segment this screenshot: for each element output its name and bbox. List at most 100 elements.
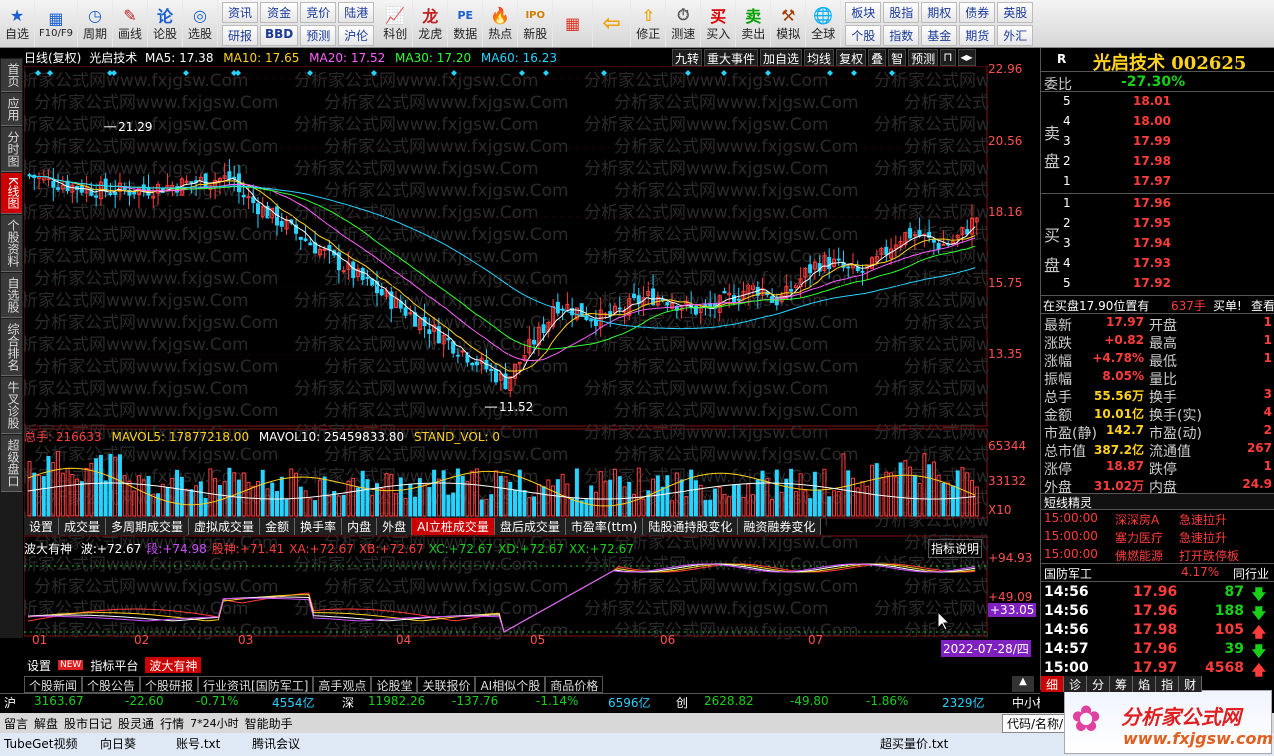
quote-link[interactable]: 行情 [160, 715, 184, 732]
tab-after-volume[interactable]: 盘后成交量 [494, 518, 566, 535]
tab-outer[interactable]: 外盘 [377, 518, 413, 535]
funds-button[interactable]: 基金 [921, 25, 958, 46]
link-adjust[interactable]: 复权 [836, 49, 867, 66]
analysis-link[interactable]: 解盘 [34, 715, 58, 732]
link-ma[interactable]: 均线 [804, 49, 835, 66]
toolbar-f10-button[interactable]: ▦ F10/F9 [35, 0, 78, 47]
panel-tab[interactable]: 细 [1041, 676, 1065, 692]
toolbar-ipo-button[interactable]: IPO 新股 [518, 0, 554, 47]
toolbar-back-button[interactable]: ⇦ [593, 0, 632, 47]
toolbar-forum-button[interactable]: 论论股 [148, 0, 183, 47]
panel-tab[interactable]: 指 [1156, 676, 1180, 692]
link-smart[interactable]: 智 [888, 49, 907, 66]
tab-hk-holding[interactable]: 陆股通持股变化 [643, 518, 739, 535]
london-button[interactable]: 沪伦 [338, 25, 375, 46]
nav-kline[interactable]: K线图 [1, 173, 22, 214]
indicator-help-button[interactable]: 指标说明 [928, 539, 983, 558]
tab-inner[interactable]: 内盘 [342, 518, 378, 535]
news-notice[interactable]: 个股公告 [82, 676, 141, 693]
tab-ai-volume[interactable]: AI立桩成交量 [412, 518, 495, 535]
info-button[interactable]: 资讯 [221, 2, 258, 23]
tab-margin[interactable]: 融资融券变化 [738, 518, 822, 535]
stocks-button[interactable]: 个股 [845, 25, 882, 46]
link-overlay[interactable]: 叠 [868, 49, 887, 66]
assistant-link[interactable]: 智能助手 [245, 715, 293, 732]
tab-pe-ttm[interactable]: 市盈率(ttm) [565, 518, 644, 535]
auction-button[interactable]: 竞价 [300, 2, 337, 23]
ind-tab-platform[interactable]: 指标平台 [87, 657, 141, 673]
toolbar-global-button[interactable]: 🌐 全球 [806, 0, 842, 47]
uk-stocks-button[interactable]: 英股 [997, 2, 1034, 23]
news-commodity[interactable]: 商品价格 [545, 676, 604, 693]
toolbar-dragon-button[interactable]: 龙龙虎 [413, 0, 449, 47]
toolbar-kechuang-button[interactable]: 📈 科创 [378, 0, 414, 47]
ind-tab-bodayoushen[interactable]: 波大有神 [145, 657, 202, 673]
task-item[interactable]: 账号.txt [176, 735, 220, 752]
toolbar-data-button[interactable]: PE 数据 [448, 0, 484, 47]
diary-link[interactable]: 股市日记 [64, 715, 112, 732]
research-button[interactable]: 研报 [221, 25, 258, 46]
news-stock[interactable]: 个股新闻 [24, 676, 83, 693]
options-button[interactable]: 期权 [921, 2, 958, 23]
bonds-button[interactable]: 债券 [959, 2, 996, 23]
panel-tab[interactable]: 焰 [1133, 676, 1157, 692]
fund-button[interactable]: 资金 [259, 2, 299, 23]
link-forecast[interactable]: 预测 [908, 49, 939, 66]
news-industry[interactable]: 行业资讯[国防军工] [198, 676, 314, 693]
sector-button[interactable]: 板块 [845, 2, 882, 23]
toolbar-buy-button[interactable]: 买买入 [701, 0, 737, 47]
kline-chart[interactable]: 分析家公式网www.fxjgsw.Com 分析家公式网www.fxjgsw.Com… [24, 66, 988, 646]
nav-intraday[interactable]: 分时图 [1, 127, 22, 172]
msg-link[interactable]: 留言 [4, 715, 28, 732]
link-nine-turn[interactable]: 九转 [672, 49, 703, 66]
panel-tab[interactable]: 分 [1087, 676, 1111, 692]
link-events[interactable]: 重大事件 [704, 49, 759, 66]
toolbar-sim-button[interactable]: ⚒ 模拟 [771, 0, 807, 47]
task-item[interactable]: 向日葵 [100, 735, 136, 752]
news-research[interactable]: 个股研报 [140, 676, 199, 693]
lock-icon[interactable]: ⊓ [940, 49, 956, 66]
code-search-input[interactable]: 代码/名称/ [1002, 713, 1068, 733]
toolbar-sell-button[interactable]: 卖卖出 [736, 0, 772, 47]
toolbar-draw-button[interactable]: ✎ 画线 [113, 0, 148, 47]
nav-level2[interactable]: 超级盘口 [1, 434, 22, 492]
tab-volume[interactable]: 成交量 [59, 518, 107, 535]
tab-turnover[interactable]: 换手率 [295, 518, 343, 535]
forecast-button[interactable]: 预测 [300, 25, 337, 46]
nav-ranking[interactable]: 综合排名 [1, 318, 22, 376]
news-related[interactable]: 关联报价 [417, 676, 476, 693]
same-industry-link[interactable]: 同行业 [1233, 565, 1269, 582]
link-add-watch[interactable]: 加自选 [760, 49, 803, 66]
tab-amount[interactable]: 金额 [260, 518, 296, 535]
nav-home[interactable]: 首页 [1, 59, 22, 92]
panel-tab[interactable]: 筹 [1110, 676, 1134, 692]
toolbar-fix-button[interactable]: ⇧ 修正 [631, 0, 667, 47]
toolbar-hot-button[interactable]: 🔥 热点 [483, 0, 519, 47]
nav-watchlist[interactable]: 自选股 [1, 272, 22, 318]
tab-virtual-volume[interactable]: 虚拟成交量 [189, 518, 261, 535]
forex-button[interactable]: 外汇 [997, 25, 1034, 46]
tab-settings[interactable]: 设置 [24, 518, 60, 535]
view-link[interactable]: 查看 [1251, 297, 1274, 314]
news-forum[interactable]: 论股堂 [371, 676, 418, 693]
nav-diagnosis[interactable]: 牛叉诊股 [1, 376, 22, 434]
task-item[interactable]: 腾讯会议 [252, 735, 300, 752]
hk-button[interactable]: 陆港 [338, 2, 375, 23]
news-ai-similar[interactable]: AI相似个股 [475, 676, 546, 693]
toolbar-picker-button[interactable]: ◎ 选股 [183, 0, 218, 47]
nav-profile[interactable]: 个股资料 [1, 214, 22, 272]
news247-link[interactable]: 7*24小时 [190, 715, 239, 731]
futures-button[interactable]: 期货 [959, 25, 996, 46]
dock-icon[interactable]: ◂▸ [957, 49, 976, 66]
panel-tab[interactable]: 诊 [1064, 676, 1088, 692]
news-experts[interactable]: 高手观点 [313, 676, 372, 693]
toolbar-favorites-button[interactable]: ★ 自选 [0, 0, 35, 47]
task-item[interactable]: 超买量价.txt [880, 735, 948, 752]
collapse-button[interactable]: ▲ [1012, 676, 1034, 692]
panel-tab[interactable]: 财 [1179, 676, 1203, 692]
bbd-button[interactable]: BBD [259, 25, 299, 46]
ind-tab-settings[interactable]: 设置 [24, 657, 54, 673]
nav-apps[interactable]: 应用 [1, 93, 22, 126]
tab-multi-volume[interactable]: 多周期成交量 [106, 518, 190, 535]
toolbar-windows-button[interactable]: ▦ [553, 0, 594, 47]
